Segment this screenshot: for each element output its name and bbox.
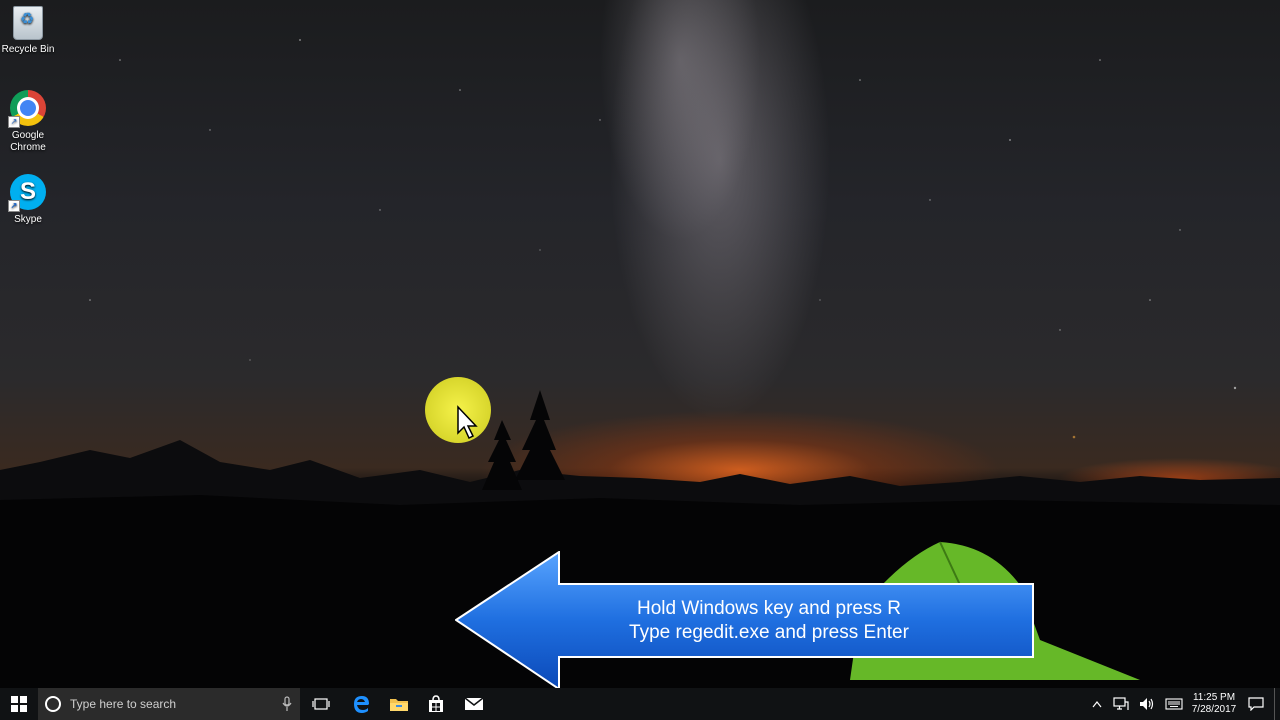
mail-icon bbox=[464, 697, 484, 710]
taskbar: Type here to search 11:25 PM 7/28/2017 bbox=[0, 688, 1280, 720]
instruction-line-1: Hold Windows key and press R bbox=[637, 598, 901, 619]
taskbar-search-box[interactable]: Type here to search bbox=[38, 688, 300, 720]
desktop-icon-label: Skype bbox=[14, 214, 42, 225]
desktop-icon-label: Google Chrome bbox=[10, 130, 46, 153]
network-icon bbox=[1113, 697, 1129, 710]
desktop-icon-skype[interactable]: S ↗ Skype bbox=[0, 174, 64, 226]
show-desktop-button[interactable] bbox=[1274, 688, 1280, 720]
show-hidden-icons-button[interactable] bbox=[1088, 688, 1106, 720]
clock-date: 7/28/2017 bbox=[1191, 704, 1237, 715]
tree-silhouette bbox=[482, 420, 522, 490]
taskbar-mail-button[interactable] bbox=[456, 688, 492, 720]
desktop-icon-label: Recycle Bin bbox=[1, 44, 55, 55]
desktop-wallpaper: Recycle Bin ↗ Google Chrome S↗ Skype Hol… bbox=[0, 0, 1280, 688]
speaker-icon bbox=[1140, 698, 1154, 710]
task-view-button[interactable] bbox=[304, 688, 338, 720]
desktop-icon-google-chrome[interactable]: ↗ Google Chrome bbox=[0, 90, 64, 154]
search-placeholder: Type here to search bbox=[70, 697, 177, 711]
taskbar-edge-button[interactable] bbox=[343, 688, 379, 720]
instruction-line-2: Type regedit.exe and press Enter bbox=[629, 622, 909, 643]
instruction-text: Hold Windows key and press R Type regedi… bbox=[560, 597, 978, 645]
start-button[interactable] bbox=[0, 688, 38, 720]
keyboard-icon bbox=[1165, 698, 1183, 710]
skype-icon: S ↗ bbox=[8, 174, 46, 212]
clock[interactable]: 11:25 PM 7/28/2017 bbox=[1188, 688, 1240, 720]
recycle-bin-icon bbox=[13, 6, 43, 40]
volume-button[interactable] bbox=[1136, 688, 1158, 720]
chevron-up-icon bbox=[1092, 701, 1102, 708]
network-button[interactable] bbox=[1110, 688, 1132, 720]
mouse-pointer-icon bbox=[457, 405, 478, 440]
task-view-icon bbox=[312, 698, 330, 710]
windows-logo-icon bbox=[11, 696, 27, 712]
shortcut-arrow-icon: ↗ bbox=[8, 116, 20, 128]
file-explorer-icon bbox=[390, 699, 408, 711]
tree-silhouette bbox=[515, 390, 565, 480]
microphone-icon[interactable] bbox=[282, 696, 292, 712]
notification-icon bbox=[1248, 697, 1264, 711]
edge-icon bbox=[354, 696, 369, 713]
touch-keyboard-button[interactable] bbox=[1163, 688, 1185, 720]
action-center-button[interactable] bbox=[1244, 688, 1268, 720]
cortana-icon bbox=[45, 696, 61, 712]
taskbar-file-explorer-button[interactable] bbox=[381, 688, 417, 720]
chrome-icon: ↗ bbox=[8, 90, 46, 128]
desktop-icon-recycle-bin[interactable]: Recycle Bin bbox=[0, 6, 64, 56]
clock-time: 11:25 PM bbox=[1192, 692, 1236, 703]
store-icon bbox=[429, 695, 443, 712]
shortcut-arrow-icon: ↗ bbox=[8, 200, 20, 212]
taskbar-store-button[interactable] bbox=[418, 688, 454, 720]
stars bbox=[89, 39, 1237, 439]
